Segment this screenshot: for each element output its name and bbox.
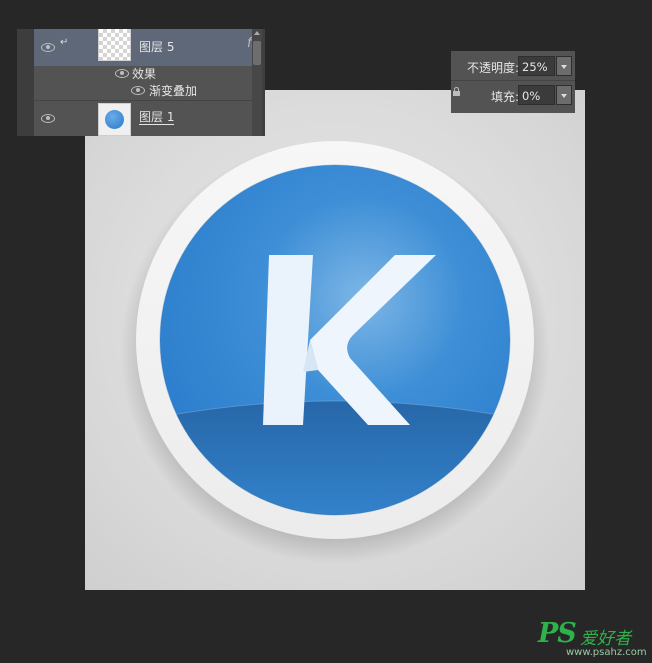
effects-label[interactable]: 效果 [132,65,156,82]
visibility-eye-icon[interactable] [41,114,55,123]
opacity-input[interactable]: 25% [518,56,555,76]
opacity-row: 不透明度: 25% [451,53,575,80]
watermark-brand-text: 爱好者 [580,629,631,649]
opacity-dropdown-arrow-icon[interactable] [556,56,572,76]
clipping-mask-icon: ↵ [60,37,69,48]
layer-effects-group: 效果 渐变叠加 [34,66,252,101]
layer-name[interactable]: 图层 1 [139,111,175,125]
layers-panel: ↵ 图层 5 fx 效果 渐变叠加 图层 1 [17,29,265,136]
opacity-label: 不透明度: [466,61,519,75]
layers-scrollbar[interactable] [252,29,262,136]
gradient-overlay-eye-icon[interactable] [131,86,145,95]
effect-item-gradient-overlay[interactable]: 渐变叠加 [149,82,197,99]
lock-icon[interactable] [453,87,460,96]
layer-row-5[interactable]: ↵ 图层 5 fx [34,29,259,67]
layer-row-1[interactable]: 图层 1 [34,101,252,136]
effects-eye-icon[interactable] [115,69,129,78]
watermark-url: www.psahz.com [566,647,647,658]
k-app-icon [120,140,550,564]
fill-label: 填充: [490,90,519,104]
watermark: PS 爱好者 www.psahz.com [536,618,648,658]
scroll-up-arrow-icon[interactable] [254,31,260,35]
fill-input[interactable]: 0% [518,85,555,105]
fill-dropdown-arrow-icon[interactable] [556,85,572,105]
document-canvas[interactable] [85,90,585,590]
fill-row: 填充: 0% [451,82,575,109]
divider [451,80,575,81]
layer-thumbnail[interactable] [98,103,131,136]
watermark-logo: PS [538,618,577,649]
visibility-eye-icon[interactable] [41,43,55,52]
layer-thumbnail[interactable] [98,29,131,61]
layer-name[interactable]: 图层 5 [139,38,174,55]
opacity-fill-panel: 不透明度: 25% 填充: 0% [451,51,575,113]
layers-panel-gutter [17,29,34,136]
scroll-thumb[interactable] [253,41,261,65]
